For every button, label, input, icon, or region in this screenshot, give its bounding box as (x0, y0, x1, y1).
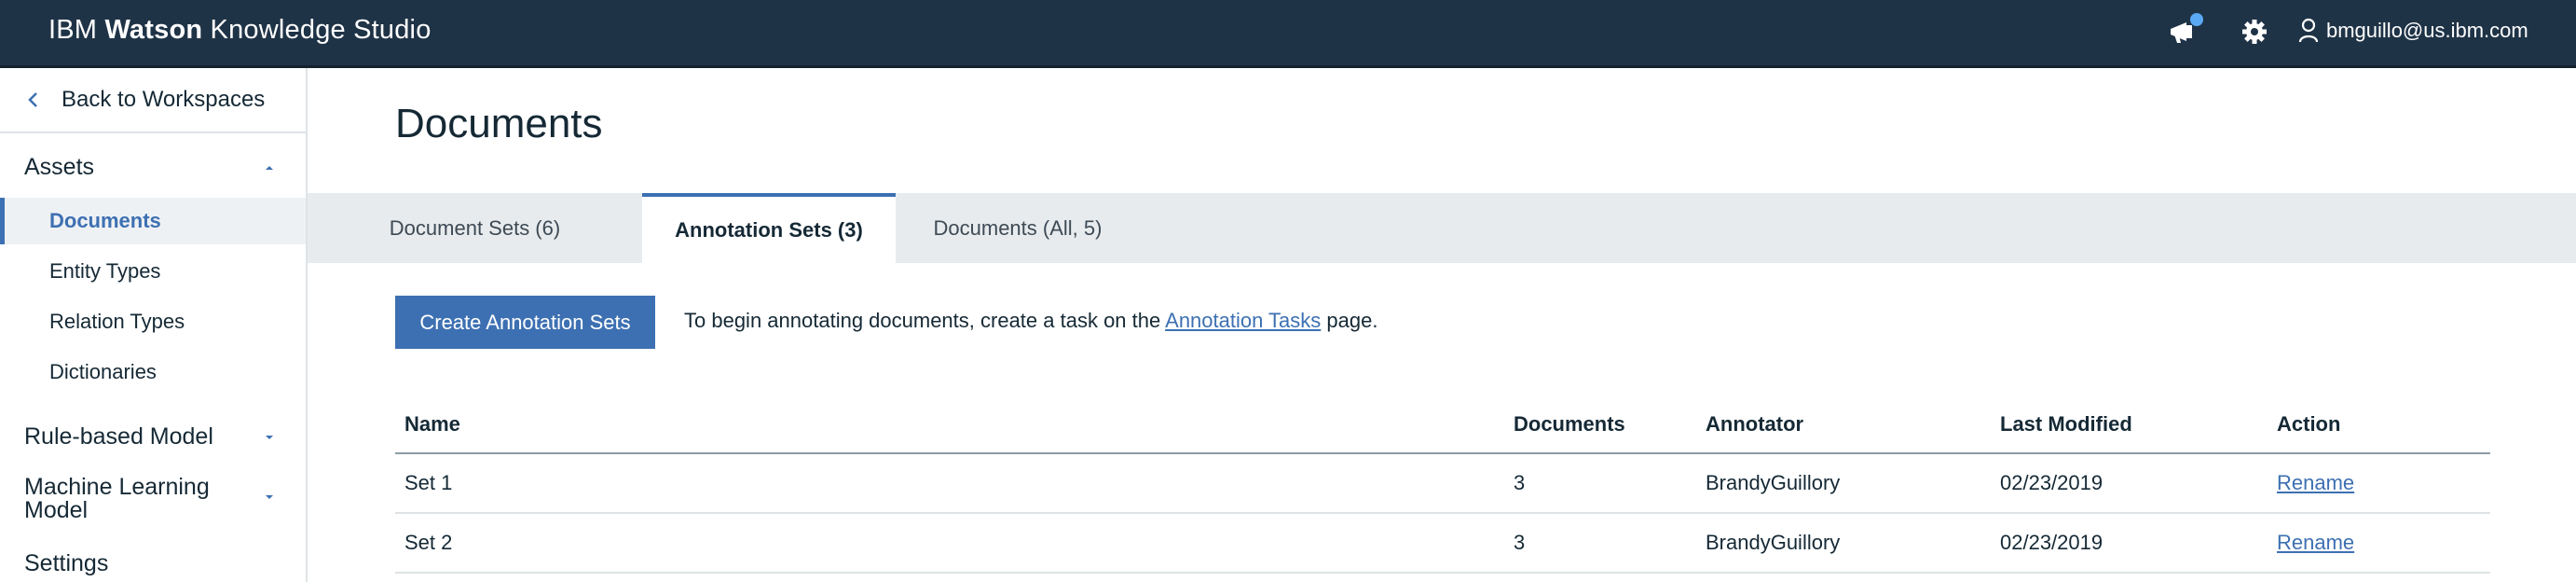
row-documents: 3 (1514, 471, 1526, 494)
sidebar-item-documents[interactable]: Documents (0, 198, 306, 244)
back-to-workspaces-link[interactable]: Back to Workspaces (0, 68, 306, 133)
caret-down-icon (266, 436, 273, 439)
app-title[interactable]: IBM Watson Knowledge Studio (48, 15, 432, 46)
announcements-button[interactable] (2168, 13, 2203, 50)
rule-based-model-toggle[interactable]: Rule-based Model (24, 423, 213, 450)
rename-link[interactable]: Rename (2277, 531, 2354, 555)
column-header-annotator[interactable]: Annotator (1706, 412, 1803, 436)
brand-bold: Watson (104, 15, 203, 45)
tab-document-sets[interactable]: Document Sets (6) (308, 193, 642, 263)
create-annotation-sets-button[interactable]: Create Annotation Sets (395, 296, 655, 349)
table-row[interactable]: Set 2 3 BrandyGuillory 02/23/2019 Rename (395, 514, 2490, 574)
rename-link[interactable]: Rename (2277, 471, 2354, 495)
sidebar-item-entity-types[interactable]: Entity Types (0, 248, 306, 295)
hint-text: To begin annotating documents, create a … (684, 309, 1377, 333)
sidebar-item-relation-types[interactable]: Relation Types (0, 298, 306, 345)
table-header: Name Documents Annotator Last Modified A… (395, 399, 2490, 454)
column-header-documents[interactable]: Documents (1514, 412, 1625, 436)
tab-documents-all[interactable]: Documents (All, 5) (896, 193, 1140, 263)
machine-learning-model-toggle[interactable]: Machine Learning Model (24, 476, 229, 522)
assets-section-toggle[interactable]: Assets (24, 154, 94, 181)
user-icon (2298, 18, 2319, 43)
gear-icon (2242, 20, 2267, 44)
page-title: Documents (395, 101, 603, 146)
sidebar-item-dictionaries[interactable]: Dictionaries (0, 349, 306, 395)
user-menu[interactable]: bmguillo@us.ibm.com (2298, 14, 2528, 48)
sidebar: Back to Workspaces Assets Documents Enti… (0, 68, 308, 582)
row-last-modified: 02/23/2019 (2000, 531, 2103, 554)
column-header-last-modified[interactable]: Last Modified (2000, 412, 2132, 436)
back-label: Back to Workspaces (62, 87, 266, 112)
caret-down-icon (266, 495, 273, 499)
annotation-sets-table: Name Documents Annotator Last Modified A… (395, 399, 2490, 574)
top-bar: IBM Watson Knowledge Studio bmguillo@us.… (0, 0, 2576, 68)
tab-bar: Document Sets (6) Annotation Sets (3) Do… (308, 193, 2576, 263)
sidebar-item-settings[interactable]: Settings (24, 550, 108, 577)
brand-prefix: IBM (48, 15, 98, 45)
hint-prefix: To begin annotating documents, create a … (684, 309, 1161, 332)
row-name: Set 1 (404, 471, 453, 494)
row-last-modified: 02/23/2019 (2000, 471, 2103, 494)
settings-button[interactable] (2240, 17, 2273, 50)
column-header-name[interactable]: Name (404, 412, 460, 436)
row-documents: 3 (1514, 531, 1526, 554)
row-name: Set 2 (404, 531, 453, 554)
row-annotator: BrandyGuillory (1706, 531, 1841, 554)
hint-suffix: page. (1326, 309, 1378, 332)
caret-up-icon (266, 166, 273, 170)
brand-suffix: Knowledge Studio (210, 15, 432, 45)
row-annotator: BrandyGuillory (1706, 471, 1841, 494)
annotation-tasks-link[interactable]: Annotation Tasks (1165, 309, 1321, 332)
chevron-left-icon (28, 92, 37, 107)
user-email: bmguillo@us.ibm.com (2326, 19, 2528, 42)
column-header-action: Action (2277, 412, 2341, 436)
tab-annotation-sets[interactable]: Annotation Sets (3) (642, 193, 896, 263)
notification-badge (2190, 13, 2203, 26)
table-row[interactable]: Set 1 3 BrandyGuillory 02/23/2019 Rename (395, 454, 2490, 514)
